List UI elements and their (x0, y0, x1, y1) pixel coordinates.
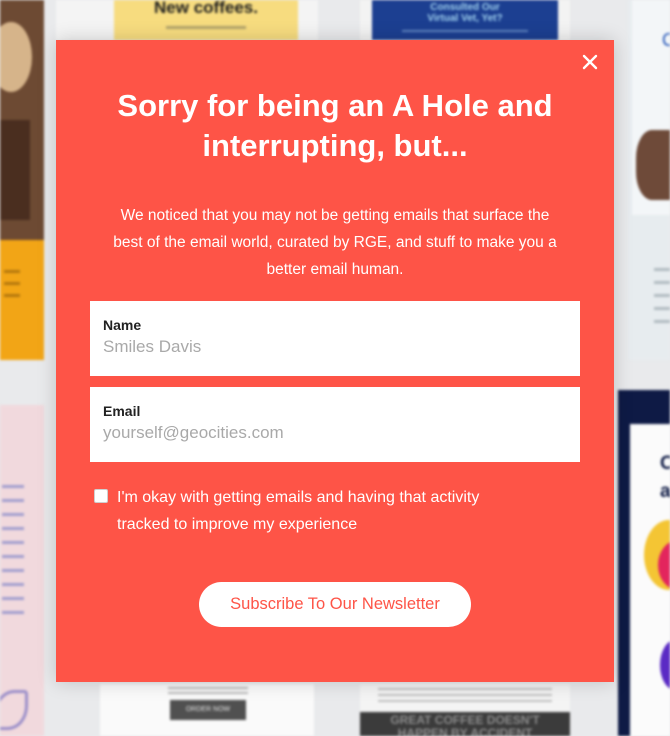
consent-label[interactable]: I'm okay with getting emails and having … (117, 484, 479, 538)
name-field[interactable]: Name (90, 301, 580, 376)
email-field[interactable]: Email (90, 387, 580, 462)
virtual-vet-heading: Consulted Our Virtual Vet, Yet? (427, 2, 503, 24)
newsletter-modal: Sorry for being an A Hole and interrupti… (56, 40, 614, 682)
order-now-button: ORDER NOW (170, 700, 246, 720)
navy-promo-card: Op a (618, 390, 670, 736)
subscribe-button[interactable]: Subscribe To Our Newsletter (199, 582, 471, 627)
coffee-banner: GREAT COFFEE DOESN'T HAPPEN BY ACCIDENT (360, 712, 570, 736)
coffee-photo-card (0, 0, 44, 360)
coffee-banner-card: GREAT COFFEE DOESN'T HAPPEN BY ACCIDENT (360, 684, 570, 736)
order-card: ORDER NOW (100, 684, 314, 736)
leaf-illustration (0, 690, 28, 730)
close-icon (582, 54, 598, 70)
modal-description: We noticed that you may not be getting e… (113, 207, 557, 278)
email-input[interactable] (103, 423, 567, 443)
email-label: Email (103, 403, 141, 419)
virtual-vet-card: Consulted Our Virtual Vet, Yet? (360, 0, 570, 40)
pink-newsletter-card (0, 405, 44, 736)
modal-title: Sorry for being an A Hole and interrupti… (117, 88, 553, 163)
consent-checkbox[interactable] (94, 489, 108, 503)
new-coffees-card: New coffees. (56, 0, 318, 40)
promo-heading: Op a (660, 453, 670, 502)
new-coffees-heading: New coffees. (154, 0, 258, 17)
hand-photo-card: C (628, 0, 670, 360)
close-button[interactable] (578, 50, 602, 74)
name-input[interactable] (103, 337, 567, 357)
name-label: Name (103, 317, 142, 333)
